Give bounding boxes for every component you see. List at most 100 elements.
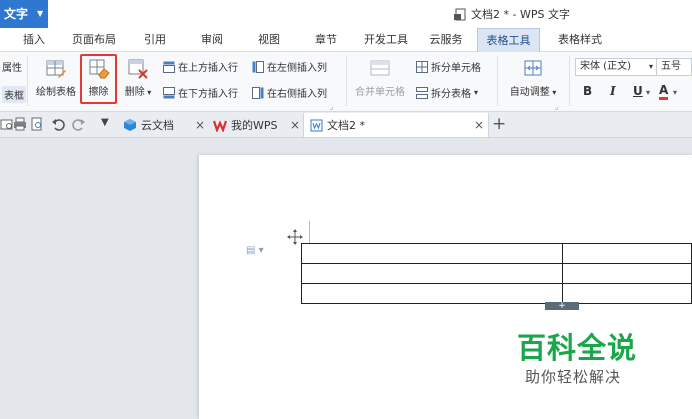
window-title-text: 文档2 * - WPS 文字	[471, 8, 570, 21]
cloud-cube-icon	[124, 119, 136, 131]
undo-icon[interactable]	[51, 117, 65, 131]
print-icon[interactable]	[13, 117, 27, 131]
chevron-down-icon: ▼	[37, 9, 44, 18]
tab-review[interactable]: 审阅	[200, 28, 224, 52]
insert-row-above-icon	[163, 61, 175, 73]
margin-marker	[309, 221, 310, 243]
insert-col-left-button[interactable]: 在左侧插入列	[252, 59, 327, 74]
italic-button[interactable]: I	[610, 84, 616, 98]
ribbon-divider	[27, 56, 28, 106]
table-cell[interactable]	[561, 283, 692, 304]
close-icon[interactable]: ×	[195, 118, 205, 132]
insert-col-left-label: 在左侧插入列	[267, 63, 327, 74]
paragraph-layout-icon[interactable]: ▤ ▾	[246, 245, 264, 256]
tab-my-wps[interactable]: 我的WPS ×	[207, 113, 302, 137]
chevron-down-icon: ▾	[144, 88, 152, 97]
close-icon[interactable]: ×	[290, 118, 300, 132]
insert-row-above-button[interactable]: 在上方插入行	[163, 59, 238, 74]
auto-fit-label: 自动调整	[509, 87, 550, 98]
window-title: 文档2 * - WPS 文字	[454, 6, 570, 22]
merge-cells-label: 合并单元格	[355, 87, 405, 98]
redo-icon[interactable]	[72, 117, 86, 131]
bold-button[interactable]: B	[583, 84, 592, 98]
table-cell[interactable]	[301, 243, 563, 264]
dialog-launcher-icon[interactable]: ⌟	[555, 103, 558, 111]
tab-insert[interactable]: 插入	[22, 28, 46, 52]
tab-table-tools[interactable]: 表格工具	[477, 28, 540, 53]
tab-cloud-service[interactable]: 云服务	[428, 28, 464, 52]
insert-row-below-icon	[163, 86, 175, 98]
ribbon-divider	[497, 56, 498, 106]
chevron-down-icon: ▾	[474, 88, 479, 97]
delete-button[interactable]: 删除 ▾	[121, 58, 155, 98]
font-size-select[interactable]: 五号	[657, 58, 692, 76]
tab-chapter[interactable]: 章节	[314, 28, 338, 52]
split-table-icon	[416, 86, 428, 99]
tab-view[interactable]: 视图	[257, 28, 281, 52]
delete-label: 删除	[124, 87, 145, 98]
underline-button[interactable]: U	[633, 84, 643, 98]
customize-toolbar-icon[interactable]: ▼	[101, 117, 109, 128]
borders-label: 表框	[4, 91, 24, 102]
borders-button[interactable]: 表框	[2, 86, 26, 103]
tab-page-layout[interactable]: 页面布局	[70, 28, 118, 52]
app-menu-button[interactable]: 文字 ▼	[0, 0, 48, 28]
font-size-value: 五号	[661, 61, 681, 72]
add-row-button[interactable]: +	[545, 302, 579, 311]
merge-cells-icon	[370, 60, 390, 76]
auto-fit-icon	[524, 60, 542, 76]
dialog-launcher-icon[interactable]: ⌟	[330, 103, 333, 111]
insert-col-right-label: 在右侧插入列	[267, 89, 327, 100]
new-tab-button[interactable]: +	[492, 113, 506, 135]
split-cells-icon	[416, 60, 428, 73]
merge-cells-button[interactable]: 合并单元格	[352, 58, 408, 98]
insert-row-below-button[interactable]: 在下方插入行	[163, 85, 238, 100]
split-table-label: 拆分表格	[431, 89, 471, 100]
eraser-icon	[89, 59, 110, 79]
insert-col-right-button[interactable]: 在右侧插入列	[252, 85, 327, 100]
table-cell[interactable]	[301, 283, 563, 304]
wps-logo-icon	[213, 120, 227, 132]
split-table-button[interactable]: 拆分表格 ▾	[416, 85, 478, 100]
app-menu-label: 文字	[4, 7, 29, 21]
tab-cloud-docs[interactable]: 云文档 ×	[117, 113, 207, 137]
preview-icon[interactable]	[30, 117, 44, 131]
font-color-button[interactable]: A	[659, 84, 669, 100]
tab-my-wps-label: 我的WPS	[231, 119, 278, 132]
tab-document-2-label: 文档2 *	[327, 119, 365, 132]
erase-button[interactable]: 擦除	[82, 58, 115, 98]
font-name-value: 宋体 (正文)	[580, 61, 631, 72]
ribbon-divider	[569, 56, 570, 106]
table-row	[301, 243, 692, 264]
tab-document-2[interactable]: 文档2 * ×	[303, 113, 489, 137]
auto-fit-button[interactable]: 自动调整 ▾	[503, 58, 563, 98]
table-cell[interactable]	[561, 263, 692, 284]
draw-table-icon	[46, 60, 66, 78]
table-cell[interactable]	[301, 263, 563, 284]
tab-cloud-docs-label: 云文档	[141, 119, 174, 132]
ribbon-divider	[346, 56, 347, 106]
insert-row-above-label: 在上方插入行	[178, 63, 238, 74]
insert-column-left-icon	[252, 60, 264, 73]
split-cells-button[interactable]: 拆分单元格	[416, 59, 481, 74]
document-table[interactable]	[301, 243, 692, 304]
properties-button[interactable]: 属性	[2, 59, 22, 74]
watermark-logo-text: 百科全说	[517, 331, 638, 365]
table-cell[interactable]	[561, 243, 692, 264]
table-row	[301, 283, 692, 304]
tab-developer[interactable]: 开发工具	[362, 28, 410, 52]
tab-table-style[interactable]: 表格样式	[553, 28, 607, 52]
insert-row-below-label: 在下方插入行	[178, 89, 238, 100]
writer-document-icon	[310, 119, 323, 131]
table-row	[301, 263, 692, 284]
draw-table-label: 绘制表格	[36, 87, 76, 98]
font-name-select[interactable]: 宋体 (正文) ▾	[575, 58, 657, 76]
tab-references[interactable]: 引用	[143, 28, 167, 52]
draw-table-button[interactable]: 绘制表格	[33, 58, 79, 98]
delete-table-icon	[128, 59, 148, 79]
close-icon[interactable]: ×	[474, 118, 484, 132]
insert-column-right-icon	[252, 86, 264, 99]
split-cells-label: 拆分单元格	[431, 63, 481, 74]
print-preview-icon[interactable]	[0, 117, 14, 131]
properties-label: 属性	[2, 63, 22, 74]
